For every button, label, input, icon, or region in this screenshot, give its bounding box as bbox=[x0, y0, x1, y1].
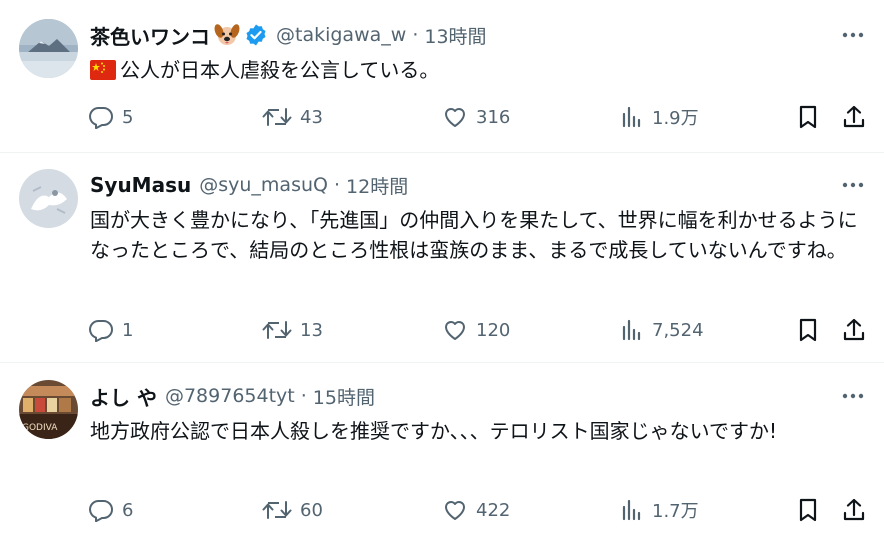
bookmark-button[interactable] bbox=[797, 315, 819, 345]
display-name[interactable]: 茶色いワンコ bbox=[90, 21, 210, 50]
reply-count: 6 bbox=[122, 499, 134, 521]
like-button[interactable]: 316 bbox=[442, 102, 510, 132]
view-count: 7,524 bbox=[652, 319, 704, 341]
views-button[interactable]: 1.7万 bbox=[620, 495, 699, 525]
like-button[interactable]: 422 bbox=[442, 495, 510, 525]
avatar[interactable] bbox=[19, 19, 78, 78]
tweet-text-body: 公人が日本人虐殺を公言している。 bbox=[120, 58, 440, 82]
reply-button[interactable]: 5 bbox=[88, 102, 133, 132]
dog-face-icon bbox=[214, 23, 240, 47]
retweet-count: 43 bbox=[300, 106, 323, 128]
view-count: 1.7万 bbox=[652, 501, 699, 522]
views-button[interactable]: 1.9万 bbox=[620, 102, 699, 132]
reply-count: 5 bbox=[122, 106, 134, 128]
like-button[interactable]: 120 bbox=[442, 315, 510, 345]
retweet-icon bbox=[262, 105, 292, 129]
reply-icon bbox=[88, 498, 114, 522]
separator-dot: · bbox=[300, 385, 307, 407]
tweet-header: SyuMasu @syu_masuQ · 12時間 bbox=[90, 170, 408, 200]
retweet-count: 60 bbox=[300, 499, 323, 521]
timestamp[interactable]: 15時間 bbox=[313, 383, 375, 410]
user-handle[interactable]: @syu_masuQ bbox=[199, 174, 328, 196]
tweet-text: 国が大きく豊かになり、「先進国」の仲間入りを果たして、世界に幅を利かせるようにな… bbox=[90, 208, 858, 262]
separator-dot: · bbox=[412, 24, 419, 46]
analytics-icon bbox=[620, 318, 644, 342]
reply-count: 1 bbox=[122, 319, 134, 341]
bookmark-icon bbox=[797, 497, 819, 523]
heart-icon bbox=[442, 498, 468, 522]
more-options-icon[interactable] bbox=[838, 170, 868, 200]
analytics-icon bbox=[620, 498, 644, 522]
verified-badge-icon[interactable] bbox=[244, 23, 268, 47]
timestamp[interactable]: 13時間 bbox=[424, 22, 486, 49]
more-options-icon[interactable] bbox=[838, 20, 868, 50]
heart-icon bbox=[442, 105, 468, 129]
bookmark-icon bbox=[797, 104, 819, 130]
share-icon bbox=[842, 317, 866, 343]
action-bar: 1 13 120 7,524 bbox=[88, 315, 878, 345]
share-icon bbox=[842, 104, 866, 130]
like-count: 316 bbox=[476, 106, 511, 128]
tweet-header: 茶色いワンコ @takigawa_w · 13時間 bbox=[90, 20, 487, 50]
share-button[interactable] bbox=[842, 495, 866, 525]
tweet-header: よし や @7897654tyt · 15時間 bbox=[90, 381, 375, 411]
tweet-2[interactable]: SyuMasu @syu_masuQ · 12時間 国が大きく豊かになり、「先進… bbox=[0, 153, 884, 362]
user-handle[interactable]: @takigawa_w bbox=[276, 24, 406, 46]
analytics-icon bbox=[620, 105, 644, 129]
retweet-icon bbox=[262, 318, 292, 342]
bookmark-button[interactable] bbox=[797, 495, 819, 525]
retweet-button[interactable]: 43 bbox=[262, 102, 323, 132]
reply-button[interactable]: 6 bbox=[88, 495, 133, 525]
avatar[interactable]: GODIVA bbox=[19, 380, 78, 439]
view-count: 1.9万 bbox=[652, 108, 699, 129]
timestamp[interactable]: 12時間 bbox=[346, 172, 408, 199]
tweet-text: 公人が日本人虐殺を公言している。 bbox=[90, 55, 870, 88]
retweet-button[interactable]: 13 bbox=[262, 315, 323, 345]
tweet-1[interactable]: 茶色いワンコ @takigawa_w · 13時間 公人が日本人虐殺を公言してい… bbox=[0, 0, 884, 152]
display-name[interactable]: よし や bbox=[90, 382, 157, 411]
avatar[interactable] bbox=[19, 169, 78, 228]
share-button[interactable] bbox=[842, 102, 866, 132]
like-count: 120 bbox=[476, 319, 511, 341]
retweet-count: 13 bbox=[300, 319, 323, 341]
godiva-logo: GODIVA bbox=[22, 423, 58, 433]
like-count: 422 bbox=[476, 499, 511, 521]
views-button[interactable]: 7,524 bbox=[620, 315, 704, 345]
heart-icon bbox=[442, 318, 468, 342]
bookmark-button[interactable] bbox=[797, 102, 819, 132]
user-handle[interactable]: @7897654tyt bbox=[165, 385, 295, 407]
reply-icon bbox=[88, 105, 114, 129]
retweet-button[interactable]: 60 bbox=[262, 495, 323, 525]
reply-button[interactable]: 1 bbox=[88, 315, 133, 345]
reply-icon bbox=[88, 318, 114, 342]
retweet-icon bbox=[262, 498, 292, 522]
bookmark-icon bbox=[797, 317, 819, 343]
tweet-3[interactable]: GODIVA よし や @7897654tyt · 15時間 地方政府公認で日本… bbox=[0, 363, 884, 554]
tweet-text: 地方政府公認で日本人殺しを推奨ですか、、、テロリスト国家じゃないですか! bbox=[90, 419, 778, 443]
display-name[interactable]: SyuMasu bbox=[90, 173, 191, 197]
more-options-icon[interactable] bbox=[838, 381, 868, 411]
action-bar: 6 60 422 1.7万 bbox=[88, 495, 878, 525]
china-flag-icon bbox=[90, 58, 116, 88]
share-button[interactable] bbox=[842, 315, 866, 345]
share-icon bbox=[842, 497, 866, 523]
action-bar: 5 43 316 1.9万 bbox=[88, 102, 878, 132]
separator-dot: · bbox=[333, 174, 341, 196]
